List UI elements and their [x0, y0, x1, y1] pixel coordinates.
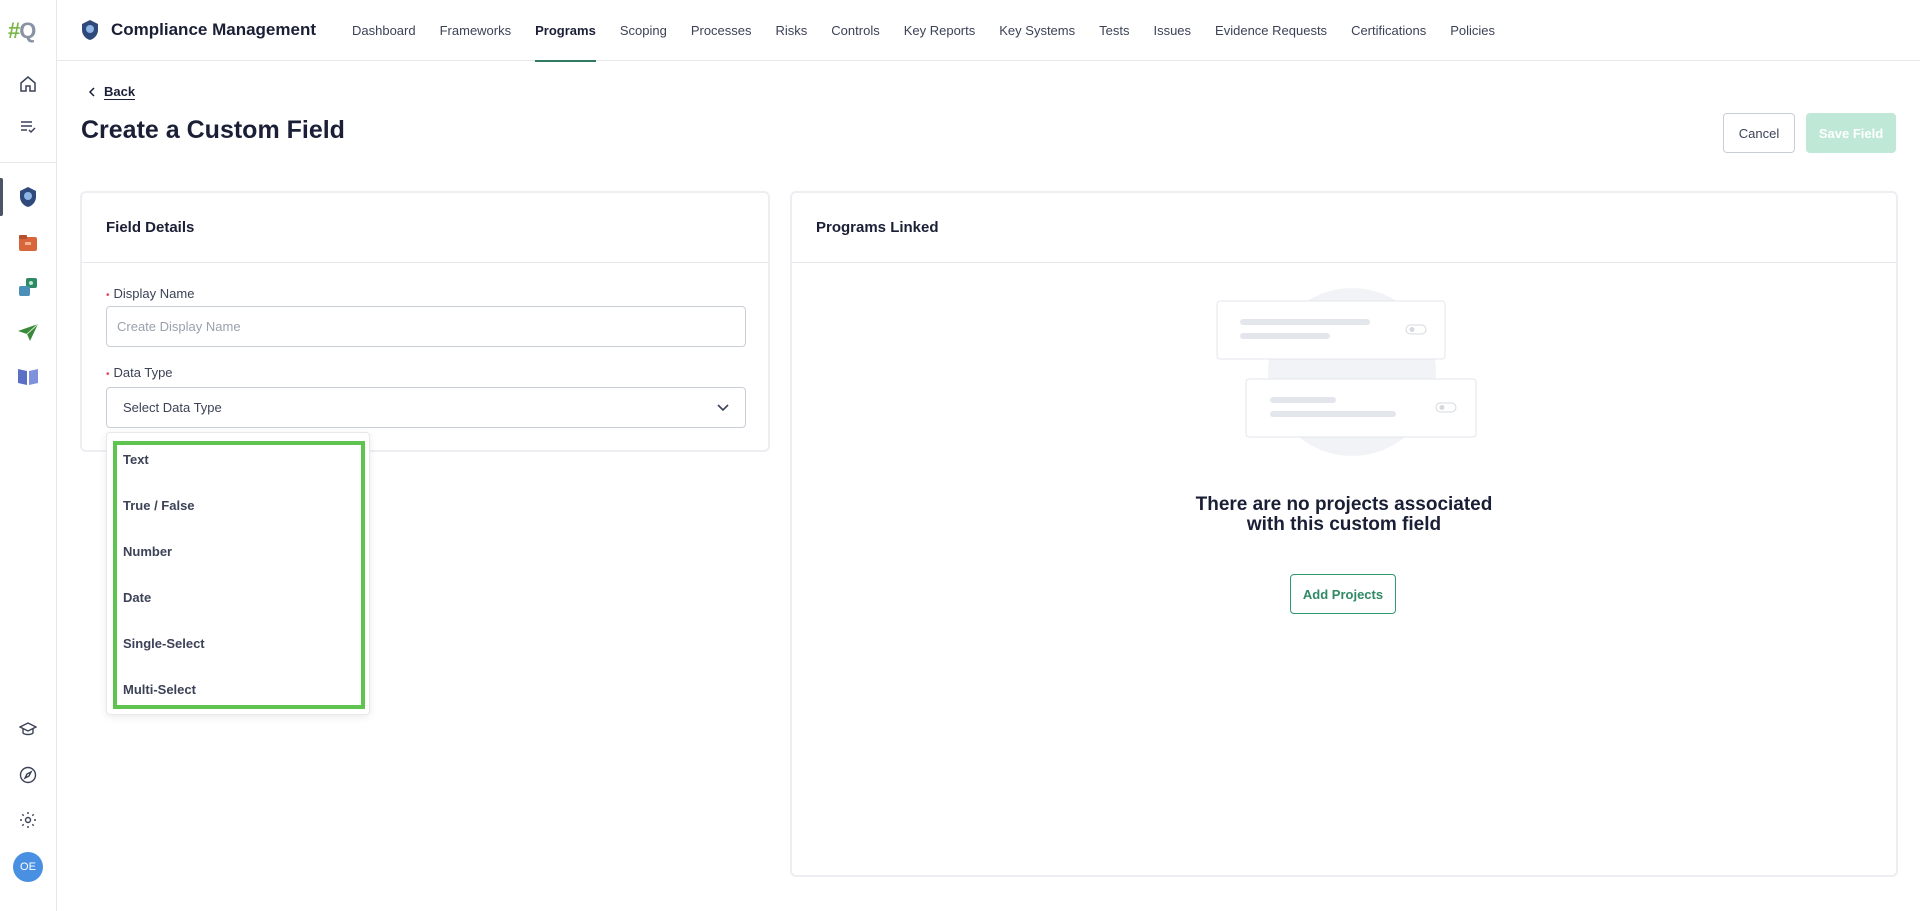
app-title: Compliance Management	[111, 20, 316, 39]
nav-risks[interactable]: Risks	[764, 0, 820, 61]
programs-linked-panel: Programs Linked There are no projects as…	[790, 191, 1898, 877]
compliance-app-logo-icon	[82, 20, 98, 40]
empty-state-illustration	[1216, 288, 1477, 456]
nav-policies[interactable]: Policies	[1438, 0, 1507, 61]
compliance-shield-icon[interactable]	[14, 183, 42, 211]
programs-linked-title: Programs Linked	[792, 193, 1896, 263]
option-date[interactable]: Date	[123, 590, 151, 605]
nav-certifications[interactable]: Certifications	[1339, 0, 1438, 61]
nav-programs[interactable]: Programs	[523, 0, 608, 62]
send-icon[interactable]	[14, 318, 42, 346]
display-name-label: • Display Name	[106, 286, 195, 301]
display-name-input[interactable]	[106, 306, 746, 347]
home-icon[interactable]	[14, 70, 42, 98]
option-multi-select[interactable]: Multi-Select	[123, 682, 196, 697]
save-field-button[interactable]: Save Field	[1806, 113, 1896, 153]
left-rail: #Q OE	[0, 0, 57, 911]
nav-key-reports[interactable]: Key Reports	[892, 0, 988, 61]
nav-frameworks[interactable]: Frameworks	[428, 0, 524, 61]
add-projects-button[interactable]: Add Projects	[1290, 574, 1396, 614]
nav-key-systems[interactable]: Key Systems	[987, 0, 1087, 61]
data-type-placeholder: Select Data Type	[123, 400, 222, 415]
integrations-icon[interactable]	[14, 273, 42, 301]
options-highlight-box	[113, 441, 365, 709]
nav-scoping[interactable]: Scoping	[608, 0, 679, 61]
option-true-false[interactable]: True / False	[123, 498, 195, 513]
tasks-list-icon[interactable]	[14, 113, 42, 141]
nav-tests[interactable]: Tests	[1087, 0, 1141, 61]
option-text[interactable]: Text	[123, 452, 149, 467]
user-avatar[interactable]: OE	[13, 852, 43, 882]
empty-state-message: There are no projects associated with th…	[1195, 494, 1493, 535]
field-details-title: Field Details	[82, 193, 768, 263]
nav-evidence-requests[interactable]: Evidence Requests	[1203, 0, 1339, 61]
brand-logo[interactable]: #Q	[8, 18, 36, 44]
back-link[interactable]: Back	[88, 84, 136, 100]
page-title: Create a Custom Field	[81, 116, 345, 144]
rail-active-indicator	[0, 178, 3, 216]
folder-icon[interactable]	[14, 229, 42, 257]
data-type-dropdown-menu: Text True / False Number Date Single-Sel…	[106, 432, 370, 715]
compass-icon[interactable]	[14, 761, 42, 789]
data-type-label: • Data Type	[106, 365, 173, 380]
option-single-select[interactable]: Single-Select	[123, 636, 205, 651]
nav-dashboard[interactable]: Dashboard	[340, 0, 428, 61]
data-type-select[interactable]: Select Data Type	[106, 387, 746, 428]
option-number[interactable]: Number	[123, 544, 172, 559]
field-details-panel: Field Details •Display Name •Data Type S…	[80, 191, 770, 452]
cancel-button[interactable]: Cancel	[1723, 113, 1795, 153]
nav-processes[interactable]: Processes	[679, 0, 764, 61]
book-icon[interactable]	[14, 362, 42, 390]
required-marker: •	[106, 290, 110, 301]
chevron-left-icon	[88, 87, 95, 97]
nav-controls[interactable]: Controls	[819, 0, 891, 61]
nav-issues[interactable]: Issues	[1141, 0, 1203, 61]
chevron-down-icon	[717, 403, 729, 411]
top-navigation: Compliance Management Dashboard Framewor…	[57, 0, 1920, 62]
gear-icon[interactable]	[14, 806, 42, 834]
academy-cap-icon[interactable]	[14, 715, 42, 743]
back-label: Back	[104, 84, 136, 100]
required-marker: •	[106, 369, 110, 380]
